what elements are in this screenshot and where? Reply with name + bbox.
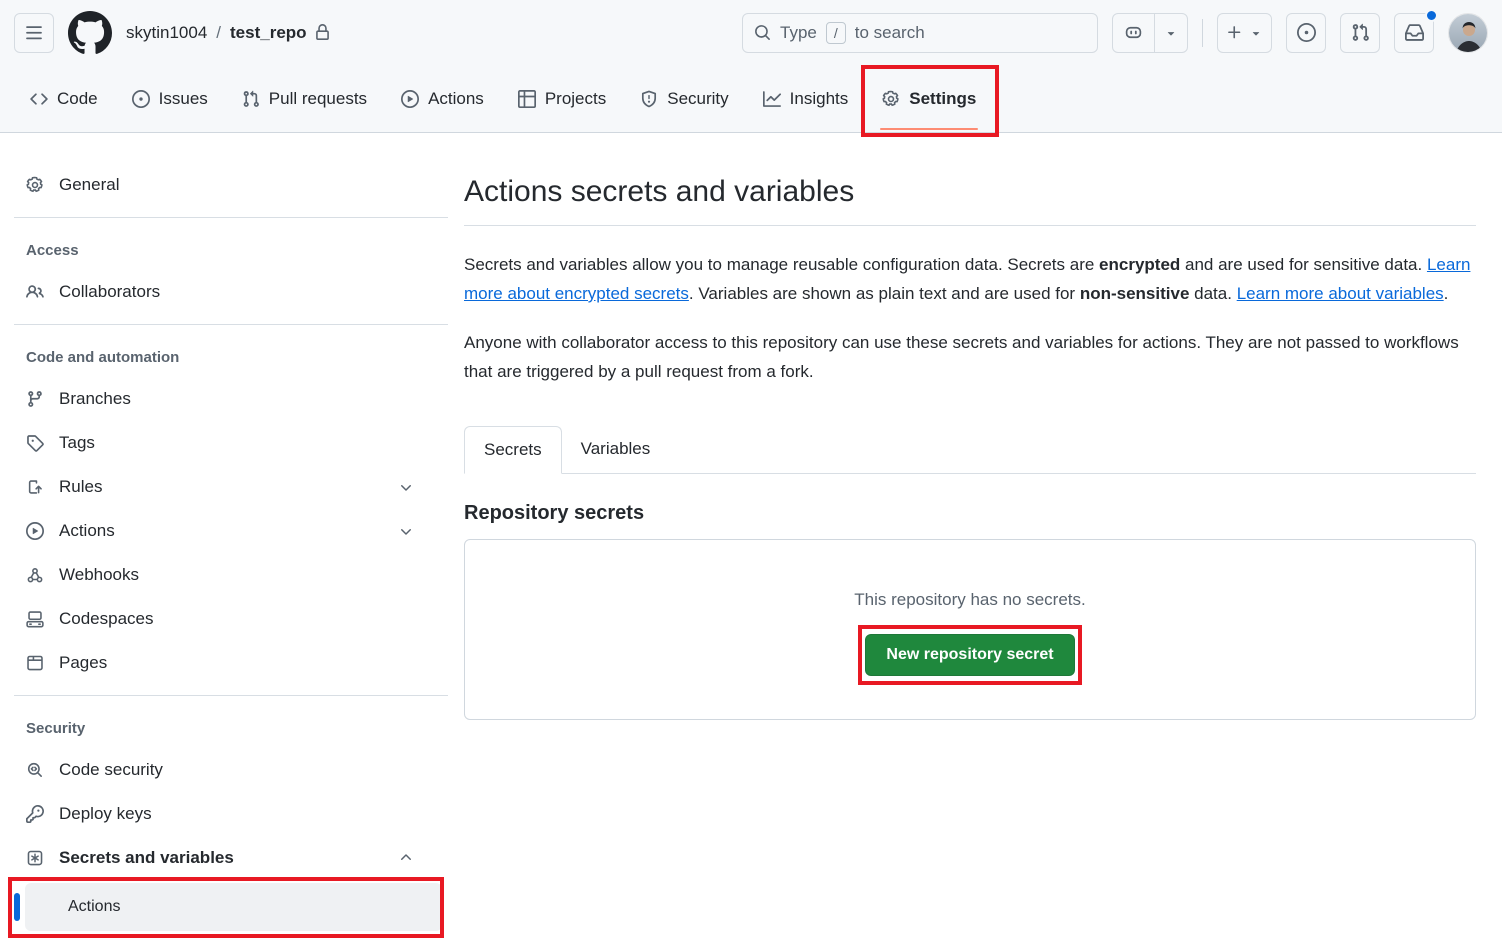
breadcrumb-owner[interactable]: skytin1004: [126, 23, 207, 43]
play-icon: [26, 522, 44, 540]
sidebar-item-collaborators[interactable]: Collaborators: [14, 270, 448, 314]
header-divider: [1202, 19, 1203, 47]
sidebar-item-webhooks[interactable]: Webhooks: [14, 553, 448, 597]
breadcrumb: skytin1004 / test_repo: [126, 23, 331, 43]
inbox-icon: [1405, 23, 1424, 42]
description-paragraph-1: Secrets and variables allow you to manag…: [464, 250, 1476, 308]
selected-accent-bar: [14, 893, 20, 921]
graph-icon: [763, 90, 781, 108]
chevron-down-icon[interactable]: [398, 523, 414, 539]
settings-sidebar: General Access Collaborators Code and au…: [0, 133, 464, 931]
sidebar-item-rules[interactable]: Rules: [14, 465, 448, 509]
sidebar-section-security: Security: [14, 706, 448, 748]
slash-key-hint: /: [826, 22, 846, 44]
repo-nav: Code Issues Pull requests Actions Projec…: [0, 65, 1502, 133]
github-logo-icon[interactable]: [68, 11, 112, 55]
play-icon: [401, 90, 419, 108]
page-title: Actions secrets and variables: [464, 173, 1476, 211]
codespaces-icon: [26, 610, 44, 628]
chevron-up-icon[interactable]: [398, 850, 414, 866]
sidebar-item-branches[interactable]: Branches: [14, 377, 448, 421]
description-paragraph-2: Anyone with collaborator access to this …: [464, 328, 1476, 386]
chevron-down-icon[interactable]: [398, 479, 414, 495]
lock-icon: [314, 24, 331, 41]
sidebar-subitem-actions-row: Actions: [14, 883, 448, 931]
sidebar-item-actions[interactable]: Actions: [14, 509, 448, 553]
git-pull-request-icon: [242, 90, 260, 108]
tab-settings[interactable]: Settings: [870, 75, 988, 123]
search-placeholder-suffix: to search: [855, 23, 925, 43]
issues-header-button[interactable]: [1286, 13, 1326, 53]
sidebar-divider: [14, 324, 448, 325]
rule-icon: [26, 478, 44, 496]
copilot-dropdown[interactable]: [1155, 14, 1187, 52]
tab-insights[interactable]: Insights: [751, 75, 861, 123]
tab-pull-requests[interactable]: Pull requests: [230, 75, 379, 123]
gear-icon: [26, 176, 44, 194]
breadcrumb-repo[interactable]: test_repo: [230, 23, 331, 43]
search-icon: [754, 24, 771, 41]
code-icon: [30, 90, 48, 108]
tab-actions[interactable]: Actions: [389, 75, 496, 123]
issue-opened-icon: [132, 90, 150, 108]
main-content: Actions secrets and variables Secrets an…: [464, 133, 1502, 931]
three-bars-icon: [25, 24, 43, 42]
key-icon: [26, 805, 44, 823]
people-icon: [26, 283, 44, 301]
gear-icon: [882, 90, 900, 108]
pull-requests-header-button[interactable]: [1340, 13, 1380, 53]
repository-secrets-title: Repository secrets: [464, 502, 1476, 525]
sidebar-divider: [14, 695, 448, 696]
tag-icon: [26, 434, 44, 452]
hamburger-menu-button[interactable]: [14, 13, 54, 53]
title-divider: [464, 225, 1476, 226]
copilot-button[interactable]: [1112, 13, 1188, 53]
codescan-icon: [26, 761, 44, 779]
tab-code[interactable]: Code: [18, 75, 110, 123]
sidebar-item-deploy-keys[interactable]: Deploy keys: [14, 792, 448, 836]
sidebar-subitem-actions[interactable]: Actions: [25, 883, 442, 931]
issue-opened-icon: [1297, 23, 1316, 42]
header-right-controls: Type / to search: [742, 13, 1488, 53]
search-input[interactable]: Type / to search: [742, 13, 1098, 53]
notification-dot: [1425, 9, 1438, 22]
sidebar-item-pages[interactable]: Pages: [14, 641, 448, 685]
copilot-icon: [1113, 14, 1155, 52]
sidebar-divider: [14, 217, 448, 218]
link-variables[interactable]: Learn more about variables: [1237, 284, 1444, 303]
new-secret-button-wrap: New repository secret: [865, 634, 1074, 676]
sidebar-item-secrets-and-variables[interactable]: Secrets and variables: [14, 836, 448, 880]
empty-secrets-box: This repository has no secrets. New repo…: [464, 539, 1476, 720]
tab-issues[interactable]: Issues: [120, 75, 220, 123]
tab-variables[interactable]: Variables: [562, 426, 670, 473]
search-placeholder-prefix: Type: [780, 23, 817, 43]
breadcrumb-separator: /: [216, 23, 221, 43]
create-new-button[interactable]: [1217, 13, 1272, 53]
tab-secrets[interactable]: Secrets: [464, 426, 562, 474]
sidebar-item-code-security[interactable]: Code security: [14, 748, 448, 792]
shield-icon: [640, 90, 658, 108]
inbox-wrap: [1394, 13, 1434, 53]
tab-security[interactable]: Security: [628, 75, 740, 123]
sidebar-item-tags[interactable]: Tags: [14, 421, 448, 465]
browser-icon: [26, 654, 44, 672]
plus-icon: [1226, 24, 1243, 41]
sidebar-section-access: Access: [14, 228, 448, 270]
sidebar-item-codespaces[interactable]: Codespaces: [14, 597, 448, 641]
empty-secrets-message: This repository has no secrets.: [854, 590, 1085, 610]
new-repository-secret-button[interactable]: New repository secret: [865, 634, 1074, 676]
triangle-down-icon: [1249, 26, 1263, 40]
git-branch-icon: [26, 390, 44, 408]
sidebar-section-code-automation: Code and automation: [14, 335, 448, 377]
webhook-icon: [26, 566, 44, 584]
global-header: skytin1004 / test_repo Type / to search: [0, 0, 1502, 65]
table-icon: [518, 90, 536, 108]
sidebar-item-general[interactable]: General: [14, 163, 448, 207]
secrets-variables-tabnav: Secrets Variables: [464, 426, 1476, 474]
asterisk-box-icon: [26, 849, 44, 867]
avatar[interactable]: [1448, 13, 1488, 53]
git-pull-request-icon: [1351, 23, 1370, 42]
tab-projects[interactable]: Projects: [506, 75, 618, 123]
